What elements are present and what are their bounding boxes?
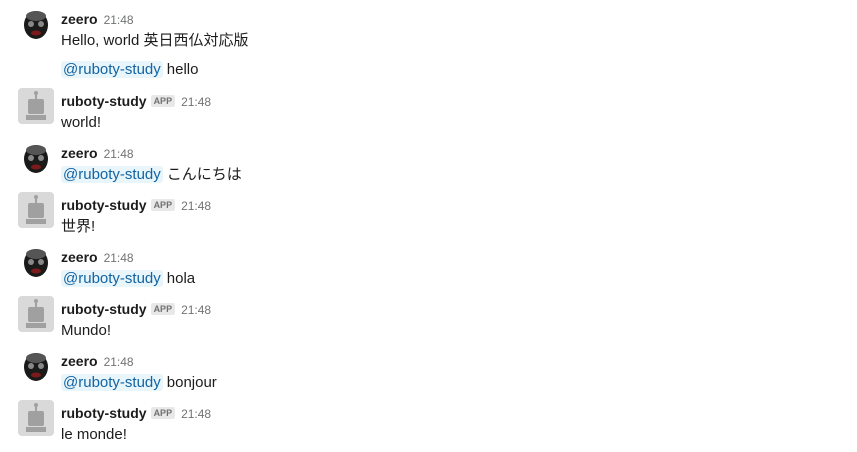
timestamp[interactable]: 21:48 <box>181 95 211 109</box>
app-badge: APP <box>150 199 176 211</box>
message-body: le monde! <box>61 426 127 443</box>
timestamp[interactable]: 21:48 <box>181 407 211 421</box>
message-text: 世界! <box>61 216 95 238</box>
robot-avatar-icon[interactable] <box>18 400 54 436</box>
message-text: Mundo! <box>61 320 111 342</box>
username[interactable]: ruboty-study <box>61 405 147 421</box>
robot-avatar-icon[interactable] <box>18 88 54 124</box>
message-body: 世界! <box>61 218 96 235</box>
mention-link[interactable]: @ruboty-study <box>61 166 163 183</box>
username[interactable]: zeero <box>61 353 98 369</box>
message: ruboty-study APP 21:48 Mundo! <box>0 290 857 342</box>
message-header: ruboty-study APP 21:48 <box>61 92 211 110</box>
message-header: ruboty-study APP 21:48 <box>61 300 211 318</box>
app-badge: APP <box>150 407 176 419</box>
message-text: @ruboty-study bonjour <box>61 372 217 394</box>
message-body: hola <box>166 270 196 287</box>
message-text: @ruboty-study hola <box>61 268 195 290</box>
robot-avatar-icon[interactable] <box>18 296 54 332</box>
message: zeero 21:48 Hello, world 英日西仏対応版 <box>0 0 857 52</box>
message-body: こんにちは <box>166 166 242 183</box>
message-body: Mundo! <box>61 322 112 339</box>
message: ruboty-study APP 21:48 world! <box>0 82 857 134</box>
zeero-avatar-icon[interactable] <box>18 348 54 384</box>
message-body: bonjour <box>166 374 217 391</box>
username[interactable]: ruboty-study <box>61 197 147 213</box>
message-list: zeero 21:48 Hello, world 英日西仏対応版 @ruboty-… <box>0 0 857 452</box>
message-body: world! <box>61 114 102 131</box>
message-text: @ruboty-study hello <box>61 59 198 81</box>
mention-link[interactable]: @ruboty-study <box>61 61 163 78</box>
message-header: zeero 21:48 <box>61 352 134 370</box>
message: ruboty-study APP 21:48 le monde! <box>0 394 857 446</box>
message-text: @ruboty-study こんにちは <box>61 164 242 186</box>
zeero-avatar-icon[interactable] <box>18 140 54 176</box>
username[interactable]: ruboty-study <box>61 301 147 317</box>
message: zeero 21:48 @ruboty-study hola <box>0 238 857 290</box>
message: zeero 21:48 @ruboty-study こんにちは <box>0 134 857 186</box>
app-badge: APP <box>150 95 176 107</box>
robot-avatar-icon[interactable] <box>18 192 54 228</box>
message-header: ruboty-study APP 21:48 <box>61 404 211 422</box>
timestamp[interactable]: 21:48 <box>104 355 134 369</box>
username[interactable]: zeero <box>61 249 98 265</box>
message-header: zeero 21:48 <box>61 144 134 162</box>
mention-link[interactable]: @ruboty-study <box>61 374 163 391</box>
mention-link[interactable]: @ruboty-study <box>61 270 163 287</box>
message-body: Hello, world 英日西仏対応版 <box>61 32 249 49</box>
app-badge: APP <box>150 303 176 315</box>
message-text: world! <box>61 112 101 134</box>
timestamp[interactable]: 21:48 <box>104 13 134 27</box>
username[interactable]: zeero <box>61 145 98 161</box>
timestamp[interactable]: 21:48 <box>104 147 134 161</box>
message: ruboty-study APP 21:48 世界! <box>0 186 857 238</box>
message-text: Hello, world 英日西仏対応版 <box>61 30 249 52</box>
timestamp[interactable]: 21:48 <box>104 251 134 265</box>
timestamp[interactable]: 21:48 <box>181 199 211 213</box>
zeero-avatar-icon[interactable] <box>18 244 54 280</box>
message-header: ruboty-study APP 21:48 <box>61 196 211 214</box>
username[interactable]: zeero <box>61 11 98 27</box>
message: zeero 21:48 @ruboty-study bonjour <box>0 342 857 394</box>
message-body: hello <box>166 61 199 78</box>
message-header: zeero 21:48 <box>61 10 134 28</box>
zeero-avatar-icon[interactable] <box>18 6 54 42</box>
message-header: zeero 21:48 <box>61 248 134 266</box>
username[interactable]: ruboty-study <box>61 93 147 109</box>
timestamp[interactable]: 21:48 <box>181 303 211 317</box>
message-text: le monde! <box>61 424 127 446</box>
